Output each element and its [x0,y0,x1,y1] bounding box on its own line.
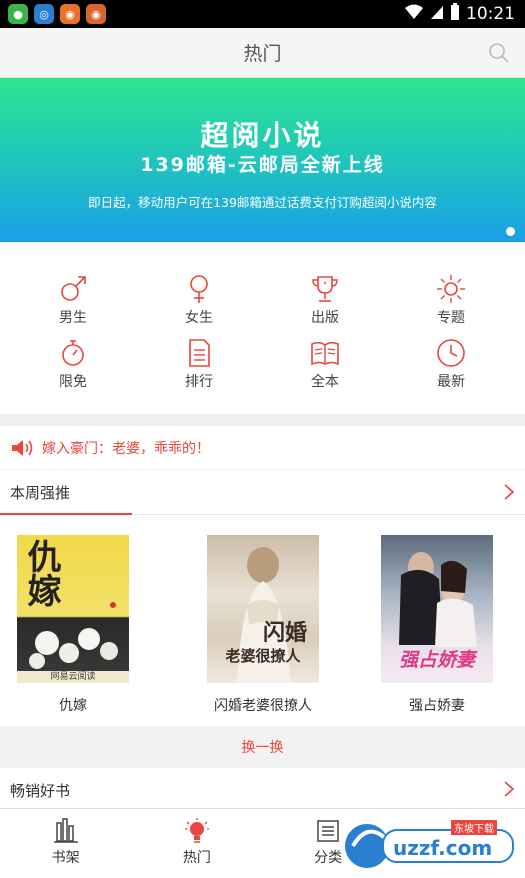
cover-title: 闪婚 [263,620,308,646]
watermark-subtext: 东坡下载 [451,820,497,835]
tab-label: 热门 [182,850,211,866]
tab-hot[interactable]: 热门 [131,809,262,876]
status-bar: ● ◎ ◉ ◉ 10:21 [0,0,525,28]
swap-button[interactable]: 换一换 [0,726,525,768]
promo-banner[interactable]: 超阅小说 139邮箱-云邮局全新上线 即日起，移动用户可在139邮箱通过话费支付… [0,78,525,242]
section-title: 畅销好书 [10,781,71,800]
chevron-right-icon[interactable] [503,483,515,501]
wifi-icon [404,4,424,25]
signal-icon [430,4,444,25]
cover-title: 仇嫁 [21,539,61,607]
app-bar: 热门 [0,28,525,78]
category-publish[interactable]: 出版 [275,274,375,334]
section-divider [0,414,525,426]
notice-text[interactable]: 嫁入豪门：老婆，乖乖的！ [42,438,210,458]
bookshelf-icon [53,818,78,843]
book-title[interactable]: 强占娇妻 [367,695,507,715]
book-title[interactable]: 仇嫁 [3,695,143,715]
banner-title: 超阅小说 [200,119,325,152]
category-topic[interactable]: 专题 [401,274,501,334]
category-list-icon [317,820,339,842]
category-label: 最新 [437,374,465,390]
book-item[interactable]: 强占娇妻 强占娇妻 [367,535,507,715]
clock-icon [437,339,465,367]
category-newest[interactable]: 最新 [401,338,501,398]
category-label: 专题 [437,310,465,326]
category-complete[interactable]: 全本 [275,338,375,398]
category-label: 男生 [59,310,87,326]
male-icon [61,276,86,301]
category-female[interactable]: 女生 [149,274,249,334]
section-underline [0,513,132,515]
book-title[interactable]: 闪婚老婆很撩人 [193,695,333,715]
cover-subtitle: 老婆很撩人 [225,647,301,665]
page-title: 热门 [243,43,282,65]
category-ranking[interactable]: 排行 [149,338,249,398]
book-cover[interactable]: 仇嫁 网易云阅读 [17,535,129,683]
app-icon: ◉ [60,4,80,24]
category-label: 出版 [311,310,339,326]
cover-title: 强占娇妻 [398,649,475,671]
tab-bookshelf[interactable]: 书架 [0,809,131,876]
banner-subtitle: 139邮箱-云邮局全新上线 [140,154,385,176]
battery-icon [450,2,460,26]
stopwatch-icon [62,340,84,366]
book-cover[interactable]: 闪婚 老婆很撩人 [207,535,319,683]
book-item[interactable]: 仇嫁 网易云阅读 仇嫁 [3,535,143,715]
category-free[interactable]: 限免 [23,338,123,398]
cover-footer: 网易云阅读 [50,672,96,682]
watermark-text: uzzf.com [393,836,493,860]
lightbulb-icon [184,818,209,843]
sun-icon [437,275,465,303]
browser-icon: ◎ [34,4,54,24]
weekly-section-header[interactable]: 本周强推 [0,471,525,515]
chevron-right-icon[interactable] [503,780,515,798]
category-grid: 男生 女生 出版 专题 限免 排行 全本 最新 [0,242,525,414]
section-title: 本周强推 [10,484,71,502]
book-cover[interactable]: 强占娇妻 [381,535,493,683]
tab-label: 书架 [51,850,80,866]
female-icon [190,275,208,303]
trophy-icon [312,276,338,302]
wechat-icon: ● [8,4,28,24]
category-label: 女生 [185,310,213,326]
speaker-icon [12,439,33,456]
book-item[interactable]: 闪婚 老婆很撩人 闪婚老婆很撩人 [193,535,333,715]
book-icon [311,341,339,366]
banner-description: 即日起，移动用户可在139邮箱通过话费支付订购超阅小说内容 [88,195,437,210]
list-icon [189,339,210,367]
watermark-logo: uzzf.com 东坡下载 [341,812,521,874]
category-male[interactable]: 男生 [23,274,123,334]
app-icon-2: ◉ [86,4,106,24]
banner-page-indicator[interactable] [506,227,515,236]
category-label: 排行 [185,374,213,390]
category-label: 限免 [59,374,87,390]
bestsellers-section-header[interactable]: 畅销好书 [0,768,525,812]
clock-time: 10:21 [466,4,515,24]
notice-bar[interactable]: 嫁入豪门：老婆，乖乖的！ [0,426,525,470]
category-label: 全本 [311,374,339,390]
search-icon[interactable] [487,41,511,65]
